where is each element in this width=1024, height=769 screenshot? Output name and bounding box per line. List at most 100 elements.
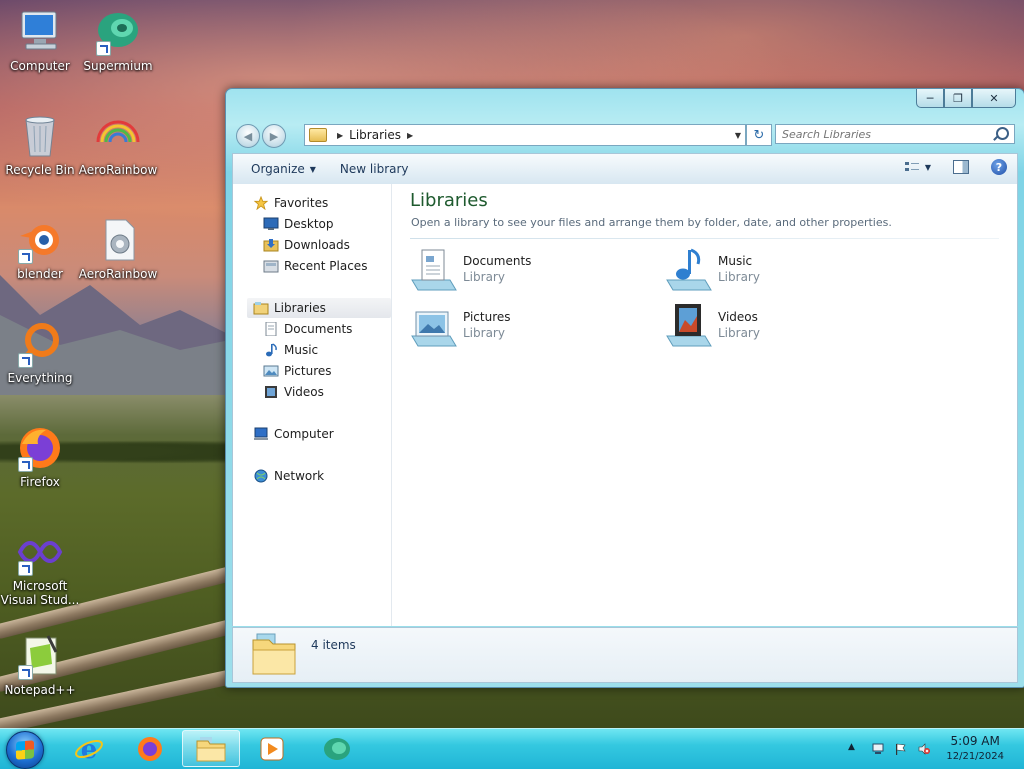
library-type: Library: [463, 326, 505, 340]
nav-label: Favorites: [274, 196, 329, 210]
volume-muted-icon[interactable]: [918, 743, 930, 755]
taskbar-internet-explorer[interactable]: e: [60, 730, 118, 767]
refresh-button[interactable]: ↻: [746, 124, 772, 146]
library-name: Documents: [463, 254, 532, 268]
videos-library-icon: [666, 304, 712, 347]
desktop-icon-label: Computer: [10, 59, 70, 73]
maximize-button[interactable]: ❐: [944, 89, 972, 108]
search-icon[interactable]: [996, 127, 1009, 140]
address-bar[interactable]: ▶ Libraries ▶ ▼: [304, 124, 746, 146]
svg-text:e: e: [81, 735, 98, 764]
nav-computer[interactable]: Computer: [253, 424, 334, 444]
desktop-icon-aerorainbow-setup[interactable]: AeroRainbow: [78, 216, 158, 281]
desktop-icon-supermium[interactable]: Supermium: [78, 8, 158, 73]
desktop-icon-label: Firefox: [20, 475, 60, 489]
recent-places-icon: [263, 260, 279, 273]
documents-library-icon: [411, 249, 457, 291]
library-item-documents[interactable]: Documents Library: [410, 246, 640, 294]
desktop-icon-computer[interactable]: Computer: [0, 8, 80, 73]
nav-libraries[interactable]: Libraries: [247, 298, 391, 318]
divider: [410, 238, 999, 239]
chevron-down-icon[interactable]: ▼: [925, 163, 931, 172]
nav-label: Desktop: [284, 217, 334, 231]
nav-label: Documents: [284, 322, 353, 336]
desktop-icon-label: Notepad++: [4, 683, 76, 697]
address-dropdown-icon[interactable]: ▼: [735, 131, 741, 140]
recycle-bin-icon: [25, 116, 55, 157]
desktop-icon-notepadpp[interactable]: Notepad++: [0, 632, 80, 697]
organize-button[interactable]: Organize ▼: [245, 160, 322, 178]
network-tray-icon[interactable]: [872, 743, 884, 755]
shortcut-arrow-icon: [18, 665, 33, 680]
system-clock[interactable]: 5:09 AM 12/21/2024: [946, 734, 1004, 764]
computer-icon: [21, 11, 57, 50]
library-pane: Libraries Open a library to see your fil…: [392, 184, 1017, 626]
desktop-icon-everything[interactable]: Everything: [0, 320, 80, 385]
restore-icon: ❐: [953, 91, 963, 105]
nav-label: Music: [284, 343, 319, 357]
music-note-icon: [266, 343, 277, 357]
nav-desktop[interactable]: Desktop: [263, 214, 334, 234]
breadcrumb-libraries[interactable]: Libraries: [349, 128, 401, 142]
command-bar-right: ▼ ?: [904, 159, 1007, 175]
computer-icon: [254, 427, 268, 440]
search-input[interactable]: [775, 124, 1015, 144]
nav-downloads[interactable]: Downloads: [263, 235, 350, 255]
close-button[interactable]: ✕: [972, 89, 1016, 108]
breadcrumb-chevron-icon[interactable]: ▶: [407, 131, 413, 140]
taskbar: e ▲ 5:09 AM 12/21/2024: [0, 728, 1024, 769]
show-hidden-icons-icon[interactable]: ▲: [848, 742, 860, 754]
library-name: Videos: [718, 310, 758, 324]
minimize-button[interactable]: ─: [916, 89, 944, 108]
nav-music[interactable]: Music: [263, 340, 318, 360]
minimize-icon: ─: [926, 91, 934, 105]
libraries-folder-icon: [309, 128, 327, 142]
star-icon: [253, 196, 269, 210]
nav-label: Downloads: [284, 238, 350, 252]
desktop-icon-label: AeroRainbow: [78, 163, 158, 177]
help-icon[interactable]: ?: [991, 159, 1007, 175]
new-library-button[interactable]: New library: [334, 160, 415, 178]
network-globe-icon: [254, 469, 268, 483]
start-button[interactable]: [6, 731, 44, 769]
videos-icon: [265, 386, 277, 398]
desktop-icon-visual-studio[interactable]: Microsoft Visual Stud...: [0, 528, 80, 607]
nav-label: Computer: [274, 427, 334, 441]
chevron-down-icon: ▼: [309, 164, 316, 174]
change-view-icon[interactable]: [904, 161, 919, 173]
nav-documents[interactable]: Documents: [263, 319, 352, 339]
desktop-icon-blender[interactable]: blender: [0, 216, 80, 281]
library-item-pictures[interactable]: Pictures Library: [410, 302, 640, 350]
libraries-folder-icon: [252, 633, 296, 675]
library-type: Library: [718, 270, 760, 284]
page-description: Open a library to see your files and arr…: [411, 216, 892, 229]
library-type: Library: [463, 270, 505, 284]
nav-network[interactable]: Network: [253, 466, 324, 486]
nav-videos[interactable]: Videos: [263, 382, 324, 402]
desktop-icon-recycle-bin[interactable]: Recycle Bin: [0, 112, 80, 177]
nav-label: Libraries: [274, 301, 326, 315]
library-item-videos[interactable]: Videos Library: [665, 302, 895, 350]
taskbar-firefox[interactable]: [121, 730, 179, 767]
desktop-icon-label: Microsoft Visual Stud...: [0, 579, 80, 607]
shortcut-arrow-icon: [18, 249, 33, 264]
forward-button[interactable]: ▶: [262, 124, 286, 148]
back-button[interactable]: ◀: [236, 124, 260, 148]
new-library-label: New library: [339, 162, 409, 176]
forward-arrow-icon: ▶: [269, 129, 279, 143]
desktop-icon-firefox[interactable]: Firefox: [0, 424, 80, 489]
taskbar-file-explorer[interactable]: [182, 730, 240, 767]
taskbar-media-player[interactable]: [243, 730, 301, 767]
nav-favorites[interactable]: Favorites: [253, 193, 328, 213]
library-name: Pictures: [463, 310, 511, 324]
preview-pane-icon[interactable]: [953, 160, 969, 174]
window-controls: ─ ❐ ✕: [916, 89, 1016, 109]
desktop-icon-label: Everything: [7, 371, 73, 385]
desktop-icon-aerorainbow[interactable]: AeroRainbow: [78, 112, 158, 177]
library-item-music[interactable]: Music Library: [665, 246, 895, 294]
action-center-flag-icon[interactable]: [894, 743, 906, 755]
navigation-pane: Favorites Desktop Downloads Recent Place…: [233, 184, 392, 626]
nav-pictures[interactable]: Pictures: [263, 361, 332, 381]
taskbar-supermium[interactable]: [308, 730, 366, 767]
nav-recent-places[interactable]: Recent Places: [263, 256, 367, 276]
